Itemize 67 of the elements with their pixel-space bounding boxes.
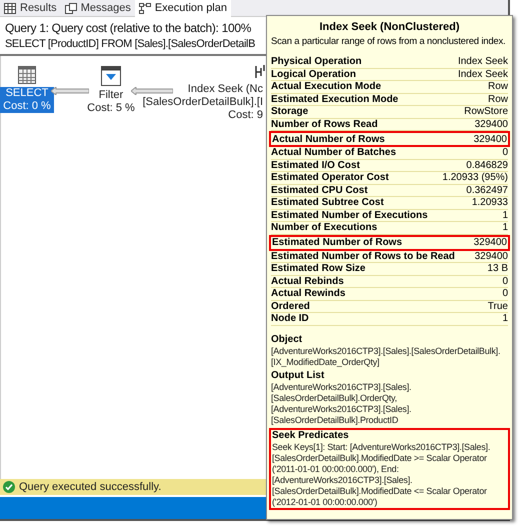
section-text: Seek Keys[1]: Start: [AdventureWorks2016CTP3].[Sales]. [SalesOrderDetailBulk].ModifiedDate >= Scalar Operator ('2011-01-01 00:00:00.000'), End: [AdventureWorks2016CTP3].[Sales]. [SalesOrderDetailBulk].ModifiedDate <= Scalar Operator ('2012-01-01 00:00:00.000') [272,442,492,508]
property-name: Estimated Number of Rows to be Read [271,250,455,264]
property-value: Index Seek [458,55,508,70]
property-value: 1.20933 [472,196,508,210]
flow-arrow [131,87,173,95]
flow-arrow [51,87,89,95]
query-text: SELECT [ProductID] FROM [Sales].[SalesOrderDetailB [5,37,255,52]
plan-icon [138,3,151,14]
property-name: Estimated Number of Rows [272,236,402,250]
table-icon [18,66,36,84]
property-value: 1 [502,208,508,223]
property-name: Number of Executions [271,221,378,236]
property-name: Node ID [271,312,309,326]
section-heading: Seek Predicates [272,430,350,442]
property-value: 329400 [474,118,508,132]
property-name: Actual Execution Mode [271,80,382,94]
property-name: Actual Rebinds [271,274,344,288]
property-value: 329400 [474,132,507,146]
section-heading: Object [271,334,304,346]
status-message: Query executed successfully. [19,480,162,495]
tab[interactable]: Results [0,0,61,17]
property-name: Estimated CPU Cost [271,184,368,198]
section-text: [AdventureWorks2016CTP3].[Sales].[SalesOrderDetailBulk]. [IX_ModifiedDate_OrderQty] [271,346,502,368]
tab[interactable]: Messages [60,0,135,17]
plan-node-label[interactable]: Filter Cost: 5 % [84,89,138,115]
tab[interactable]: Execution plan [134,0,231,17]
property-name: Physical Operation [271,55,362,70]
property-value: 0 [502,146,508,160]
property-value: Row [488,92,508,107]
property-name: Estimated Row Size [271,262,366,276]
property-value: 329400 [474,250,508,264]
property-value: 0 [502,287,508,302]
property-value: 1 [502,312,508,326]
plan-node-label[interactable]: Index Seek (Nc [SalesOrderDetailBulk].[I Cost: 9 [140,83,266,122]
grid-icon [4,3,16,14]
section-text: [AdventureWorks2016CTP3].[Sales]. [SalesOrderDetailBulk].OrderQty, [AdventureWorks2016CTP3].[Sales]. [SalesOrderDetailBulk].ProductID [271,382,412,426]
property-name: Actual Number of Rows [272,132,385,146]
success-icon [3,481,15,493]
property-name: Estimated Execution Mode [271,92,398,107]
property-value: Row [488,80,508,94]
property-name: Estimated Subtree Cost [271,196,384,210]
property-value: Index Seek [458,68,508,82]
filter-icon [101,66,121,86]
property-value: RowStore [464,105,508,120]
property-name: Actual Number of Batches [271,146,396,160]
plan-node-label[interactable]: SELECT Cost: 0 % [0,87,54,113]
property-value: 0 [502,274,508,289]
property-name: Estimated Number of Executions [271,208,428,222]
property-value: 13 B [487,262,508,276]
property-value: True [488,300,508,314]
section-heading: Output List [271,370,326,382]
messages-icon [64,3,77,14]
tooltip-description: Scan a particular range of rows from a nonclustered index. [271,35,506,48]
property-name: Actual Rewinds [271,287,346,302]
property-name: Number of Rows Read [271,118,378,132]
property-name: Storage [271,105,308,120]
property-value: 1.20933 (95%) [442,171,508,186]
property-name: Logical Operation [271,68,356,82]
property-value: 0.846829 [466,158,508,172]
tooltip-title: Index Seek (NonClustered) [318,21,460,34]
property-name: Estimated Operator Cost [271,171,389,186]
property-name: Ordered [271,300,310,314]
query-cost-text: Query 1: Query cost (relative to the batch): 100% [5,20,252,36]
property-value: 329400 [474,236,507,250]
property-name: Estimated I/O Cost [271,158,360,172]
property-value: 1 [502,221,508,236]
property-value: 0.362497 [466,184,508,198]
